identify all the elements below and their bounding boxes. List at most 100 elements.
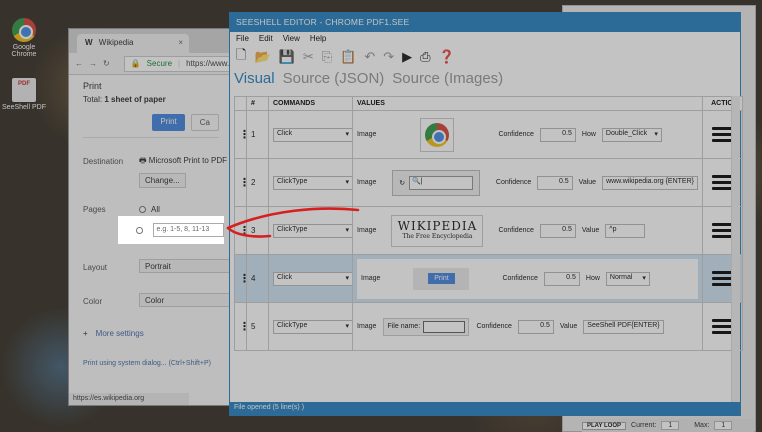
confidence-label: Confidence	[476, 323, 512, 330]
vertical-scrollbar[interactable]	[731, 96, 740, 402]
cancel-button[interactable]: Ca	[190, 114, 219, 131]
wikipedia-logo: WIKIPEDIA The Free Encyclopedia	[391, 214, 484, 247]
how-select[interactable]: Double_Click ▾	[601, 127, 662, 142]
pages-input-highlight: e.g. 1-5, 8, 11-13	[118, 216, 224, 244]
table-row[interactable]: ⋮ 4 Click ▾ Image Print Confidence 0.5 Ho…	[234, 254, 743, 303]
command-select[interactable]: ClickType ▾	[273, 175, 353, 190]
record-icon[interactable]: ⎙	[420, 49, 430, 65]
confidence-input[interactable]: 0.5	[539, 223, 576, 238]
confidence-input[interactable]: 0.5	[539, 127, 576, 142]
command-select[interactable]: Click ▾	[273, 127, 353, 142]
desktop-icon-chrome[interactable]: Google Chrome	[2, 18, 46, 58]
image-label: Image	[357, 179, 377, 186]
table-row[interactable]: ⋮ 5 ClickType ▾ Image File name: Confiden…	[234, 302, 743, 351]
chrome-icon	[425, 122, 450, 147]
confidence-input[interactable]: 0.5	[517, 319, 554, 334]
image-thumbnail[interactable]	[382, 116, 492, 154]
tab-source-json[interactable]: Source (JSON)	[283, 70, 385, 87]
browser-tab[interactable]: W Wikipedia ×	[77, 34, 189, 53]
system-dialog-link[interactable]: Print using system dialog... (Ctrl+Shift…	[83, 360, 211, 367]
forward-icon[interactable]: →	[89, 59, 97, 68]
value-label: Value	[578, 179, 597, 186]
close-icon[interactable]: ×	[178, 38, 183, 47]
dropdown-arrow-icon: ▾	[642, 274, 646, 282]
print-total: Total: 1 sheet of paper	[83, 95, 166, 104]
row-number: 4	[246, 254, 269, 303]
print-button-snippet: Print	[428, 273, 455, 284]
drag-handle-icon[interactable]: ⋮	[234, 302, 250, 351]
lock-icon: 🔒	[130, 59, 141, 68]
destination-label: Destination	[83, 157, 124, 166]
confidence-input[interactable]: 0.5	[543, 271, 580, 286]
printer-icon: 🖶	[139, 156, 147, 165]
copy-icon[interactable]: ⎘	[322, 49, 332, 65]
menu-view[interactable]: View	[283, 34, 300, 44]
current-label: Current:	[631, 422, 657, 429]
menu-help[interactable]: Help	[310, 34, 326, 44]
value-input[interactable]: www.wikipedia.org {ENTER}	[602, 175, 698, 190]
tab-source-images[interactable]: Source (Images)	[392, 70, 503, 87]
cut-icon[interactable]: ✂	[303, 49, 314, 65]
menu-edit[interactable]: Edit	[259, 34, 273, 44]
layout-select[interactable]: Portrait	[139, 259, 234, 273]
dropdown-arrow-icon: ▾	[345, 322, 349, 330]
search-icon: 🔍|	[409, 175, 474, 190]
image-thumbnail[interactable]: Print	[386, 260, 496, 298]
image-label: Image	[361, 275, 381, 282]
drag-handle-icon[interactable]: ⋮	[234, 254, 250, 303]
save-icon[interactable]: 💾	[279, 49, 295, 65]
how-select[interactable]: Normal ▾	[605, 271, 650, 286]
color-select[interactable]: Color	[139, 293, 234, 307]
dropdown-arrow-icon: ▾	[345, 274, 349, 282]
image-thumbnail[interactable]: ↻ 🔍|	[382, 164, 489, 202]
reload-icon: ↻	[399, 179, 406, 187]
confidence-label: Confidence	[498, 227, 534, 234]
value-label: Value	[581, 227, 600, 234]
image-label: Image	[357, 323, 377, 330]
desktop-icon-seeshell-pdf[interactable]: SeeShell PDF	[2, 78, 46, 111]
image-thumbnail[interactable]: WIKIPEDIA The Free Encyclopedia	[382, 212, 492, 250]
pages-input[interactable]: e.g. 1-5, 8, 11-13	[152, 223, 224, 237]
confidence-input[interactable]: 0.5	[537, 175, 573, 190]
pages-custom-radio[interactable]	[136, 226, 143, 234]
pdf-icon	[12, 78, 36, 102]
image-thumbnail[interactable]: File name:	[382, 308, 470, 346]
redo-icon[interactable]: ↷	[383, 49, 394, 65]
more-settings-link[interactable]: + More settings	[83, 329, 144, 338]
help-icon[interactable]: ❓	[439, 49, 455, 65]
dropdown-arrow-icon: ▾	[345, 178, 349, 186]
undo-icon[interactable]: ↶	[364, 49, 375, 65]
command-select[interactable]: ClickType ▾	[273, 319, 353, 334]
browser-status-url: https://es.wikipedia.org	[69, 393, 189, 405]
print-button[interactable]: Print	[152, 114, 185, 131]
tab-visual[interactable]: Visual	[234, 70, 275, 87]
change-button[interactable]: Change...	[139, 173, 186, 188]
red-arrow-annotation	[226, 207, 360, 238]
open-folder-icon[interactable]: 📂	[254, 49, 270, 65]
table-row[interactable]: ⋮ 1 Click ▾ Image Confidence 0.5 How Doub…	[234, 110, 743, 159]
how-label: How	[581, 131, 596, 138]
dropdown-arrow-icon: ▾	[345, 130, 349, 138]
back-icon[interactable]: ←	[75, 59, 83, 68]
command-select[interactable]: Click ▾	[273, 271, 353, 286]
current-input[interactable]: 1	[661, 421, 680, 430]
play-icon[interactable]: ▶	[402, 49, 412, 65]
new-file-icon[interactable]: 🗋	[236, 46, 246, 68]
pages-all-option[interactable]: All	[139, 205, 160, 214]
url-text: https://www.w	[186, 59, 236, 68]
value-input[interactable]: ^p	[605, 223, 646, 238]
play-loop-button[interactable]: PLAY LOOP	[582, 421, 627, 430]
row-number: 5	[246, 302, 269, 351]
max-input[interactable]: 1	[714, 421, 733, 430]
editor-title: SEESHELL EDITOR - CHROME PDF1.SEE	[230, 13, 740, 32]
desktop-icon-label: SeeShell PDF	[2, 104, 46, 111]
image-label: Image	[357, 131, 377, 138]
drag-handle-icon[interactable]: ⋮	[234, 110, 250, 159]
paste-icon[interactable]: 📋	[340, 49, 356, 65]
value-input[interactable]: SeeShell PDF{ENTER}	[583, 319, 664, 334]
menu-file[interactable]: File	[236, 34, 249, 44]
layout-label: Layout	[83, 263, 108, 272]
desktop-icon-label: Google Chrome	[11, 44, 37, 58]
chrome-icon	[12, 18, 36, 42]
reload-icon[interactable]: ↻	[103, 59, 110, 68]
